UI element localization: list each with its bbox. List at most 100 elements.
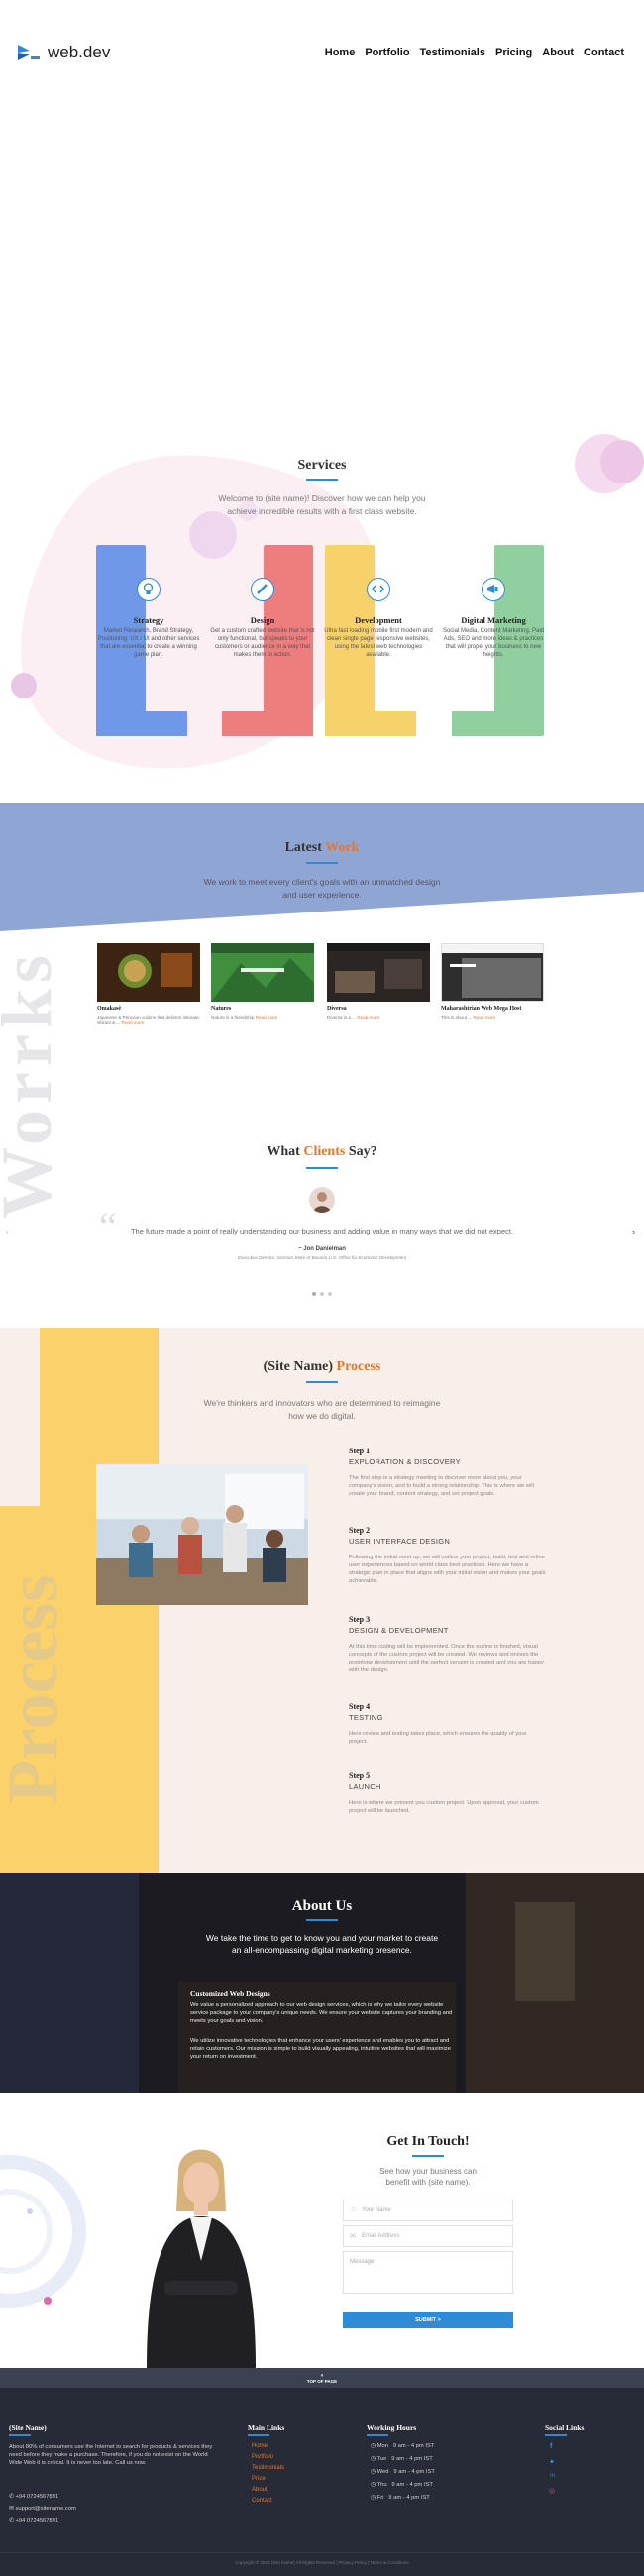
footer-about-text: About 80% of consumers use the Internet … bbox=[9, 2444, 213, 2466]
design-text: Design Get a custom crafted website that… bbox=[208, 615, 317, 659]
twitter-icon[interactable]: ✦ bbox=[549, 2458, 555, 2466]
footer-link-portfolio[interactable]: Portfolio bbox=[252, 2454, 273, 2460]
footer-about-title: (Site Name) bbox=[9, 2423, 47, 2432]
process-title-underline bbox=[306, 1381, 338, 1383]
services-title-underline bbox=[306, 479, 338, 481]
work-thumb-diversa[interactable] bbox=[327, 943, 430, 1002]
footer-divider bbox=[0, 2552, 644, 2553]
process-step-2: Step 2 USER INTERFACE DESIGN Following t… bbox=[349, 1526, 546, 1584]
envelope-icon: ✉ bbox=[350, 2233, 356, 2240]
nav-pricing[interactable]: Pricing bbox=[495, 47, 532, 58]
message-field[interactable]: Message bbox=[343, 2251, 513, 2294]
about-subtitle: Customized Web Designs bbox=[190, 1989, 270, 1998]
nav-testimonials[interactable]: Testimonials bbox=[420, 47, 485, 58]
development-desc: Ultra fast loading mobile first modern a… bbox=[324, 628, 433, 658]
testimonials-title: What Clients Say? bbox=[267, 1144, 377, 1159]
design-desc: Get a custom crafted website that is not… bbox=[210, 628, 315, 658]
work-title-natures: Natures bbox=[211, 1006, 232, 1012]
nav-about[interactable]: About bbox=[542, 47, 574, 58]
work-thumb-maharashtrian[interactable] bbox=[441, 943, 544, 1002]
about-section: About Us We take the time to get to know… bbox=[0, 1873, 644, 2093]
submit-button[interactable]: SUBMIT > bbox=[343, 2312, 513, 2328]
code-icon bbox=[367, 578, 390, 601]
name-field[interactable]: ☺ Your Name bbox=[343, 2200, 513, 2221]
footer-link-price[interactable]: Price bbox=[252, 2476, 266, 2482]
works-title: Latest Work bbox=[0, 840, 644, 856]
work-desc-omakase: Japanese & Peruvian cuisine that deliver… bbox=[97, 1015, 200, 1025]
email-field[interactable]: ✉ Email Address bbox=[343, 2225, 513, 2247]
process-watermark: Process bbox=[0, 1574, 72, 1803]
next-arrow-icon[interactable]: › bbox=[632, 1227, 635, 1236]
works-section: Worrks Latest Work We work to meet every… bbox=[0, 803, 644, 1328]
footer-email[interactable]: ✉ support@sitename.com bbox=[9, 2506, 76, 2512]
development-title: Development bbox=[355, 615, 402, 625]
nav-portfolio[interactable]: Portfolio bbox=[365, 47, 409, 58]
carousel-dot[interactable] bbox=[312, 1292, 316, 1296]
contact-portrait bbox=[127, 2132, 275, 2368]
logo[interactable]: web.dev bbox=[18, 43, 110, 62]
footer-about-underline bbox=[9, 2434, 31, 2436]
carousel-dot[interactable] bbox=[320, 1292, 324, 1296]
strategy-title: Strategy bbox=[133, 615, 164, 625]
footer-link-testimonials[interactable]: Testimonials bbox=[252, 2465, 284, 2471]
works-title-underline bbox=[306, 862, 338, 864]
testimonial-author: ~ Jon Danielman bbox=[298, 1246, 346, 1252]
nav-contact[interactable]: Contact bbox=[584, 47, 624, 58]
linkedin-icon[interactable]: in bbox=[550, 2473, 555, 2479]
avatar bbox=[309, 1187, 335, 1213]
hours-row: ◷ Fri 9 am - 4 pm IST bbox=[371, 2495, 430, 2501]
development-text: Development Ultra fast loading mobile fi… bbox=[324, 615, 433, 659]
footer-link-about[interactable]: About bbox=[252, 2487, 268, 2493]
read-more-link[interactable]: Read more bbox=[473, 1015, 495, 1020]
footer-social-underline bbox=[545, 2434, 567, 2436]
logo-text: web.dev bbox=[48, 43, 111, 61]
strategy-text: Strategy Market Research, Brand Strategy… bbox=[94, 615, 203, 659]
read-more-link[interactable]: Read more bbox=[357, 1015, 379, 1020]
digital-marketing-card-bar bbox=[452, 711, 543, 736]
design-card-bar bbox=[222, 711, 313, 736]
facebook-icon[interactable]: f bbox=[550, 2443, 552, 2450]
user-icon: ☺ bbox=[350, 2206, 358, 2213]
about-lead: We take the time to get to know you and … bbox=[205, 1933, 439, 1955]
pencil-icon bbox=[251, 578, 274, 601]
work-thumb-omakase[interactable] bbox=[97, 943, 200, 1002]
footer-social-title: Social Links bbox=[545, 2423, 585, 2432]
contact-subtitle: See how your business can benefit with (… bbox=[379, 2167, 477, 2187]
clock-icon: ◷ bbox=[371, 2456, 376, 2462]
read-more-link[interactable]: Read more bbox=[256, 1015, 278, 1020]
site-footer: (Site Name) About 80% of consumers use t… bbox=[0, 2388, 644, 2576]
about-paragraph-2: We utilize innovative technologies that … bbox=[190, 2038, 451, 2060]
team-photo bbox=[96, 1464, 308, 1605]
instagram-icon[interactable]: ◎ bbox=[549, 2487, 555, 2495]
megaphone-icon bbox=[482, 578, 505, 601]
carousel-dot[interactable] bbox=[328, 1292, 332, 1296]
read-more-link[interactable]: Read more bbox=[122, 1020, 145, 1025]
process-step-1: Step 1 EXPLORATION & DISCOVERY The first… bbox=[349, 1447, 534, 1497]
work-thumb-natures[interactable] bbox=[211, 943, 314, 1002]
testimonial-dots bbox=[0, 1292, 644, 1296]
footer-links-title: Main Links bbox=[248, 2423, 285, 2432]
work-desc-diversa: Diversa is a ... Read more bbox=[327, 1015, 380, 1020]
testimonials-title-underline bbox=[306, 1167, 338, 1169]
process-subtitle: We're thinkers and innovators who are de… bbox=[203, 1398, 441, 1421]
services-subtitle: Welcome to (site name)! Discover how we … bbox=[218, 493, 426, 516]
nav-home[interactable]: Home bbox=[325, 47, 356, 58]
services-title: Services bbox=[297, 458, 347, 473]
footer-hours-underline bbox=[367, 2434, 388, 2436]
works-title-b: Work bbox=[325, 840, 360, 855]
footer-link-home[interactable]: Home bbox=[252, 2443, 268, 2449]
works-title-a: Latest bbox=[284, 840, 322, 855]
top-of-page-link[interactable]: ^ TOP OF PAGE bbox=[0, 2375, 644, 2385]
top-of-page-bar: ^ TOP OF PAGE bbox=[0, 2368, 644, 2388]
contact-title: Get In Touch! bbox=[386, 2134, 470, 2149]
process-step-4: Step 4 TESTING Here review and testing t… bbox=[349, 1702, 527, 1745]
footer-phone-2: ✆ +94 0724567891 bbox=[9, 2518, 59, 2523]
testimonials-title-highlight: Clients bbox=[303, 1144, 346, 1159]
work-title-diversa: Diversa bbox=[327, 1006, 347, 1012]
process-step-3: Step 3 DESIGN & DEVELOPMENT At this time… bbox=[349, 1615, 544, 1673]
hours-row: ◷ Mon 9 am - 4 pm IST bbox=[371, 2443, 435, 2449]
strategy-desc: Market Research, Brand Strategy, Positio… bbox=[97, 628, 200, 658]
footer-link-contact[interactable]: Contact bbox=[252, 2498, 272, 2504]
footer-hours-title: Working Hours bbox=[367, 2423, 417, 2432]
prev-arrow-icon[interactable]: ‹ bbox=[6, 1227, 9, 1236]
